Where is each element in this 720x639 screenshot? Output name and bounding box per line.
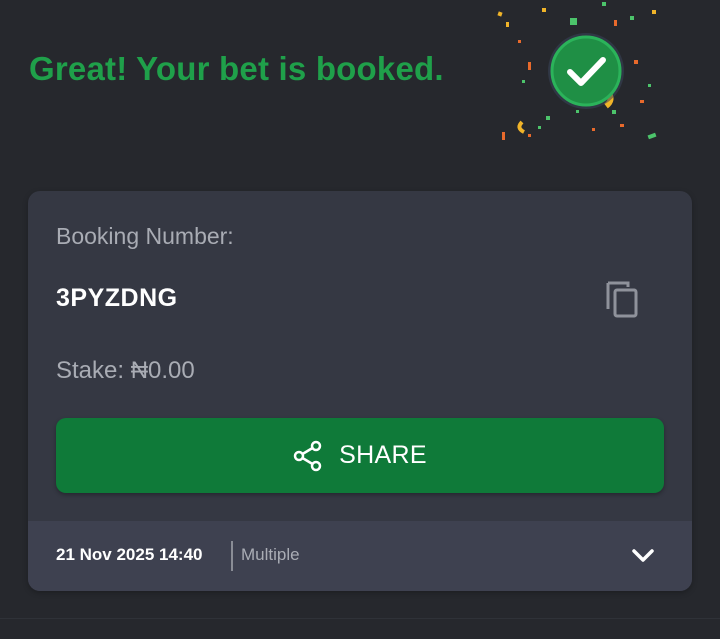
booking-number-label: Booking Number: bbox=[56, 223, 234, 249]
share-button-label: SHARE bbox=[339, 441, 427, 469]
success-headline: Great! Your bet is booked. bbox=[29, 50, 444, 87]
chevron-down-icon bbox=[632, 549, 654, 562]
bet-datetime: 21 Nov 2025 14:40 bbox=[56, 545, 203, 564]
bet-summary-footer[interactable]: 21 Nov 2025 14:40 Multiple bbox=[28, 521, 692, 591]
celebration-graphic bbox=[492, 0, 672, 150]
booking-card: Booking Number: 3PYZDNG Stake: ₦0.00 SHA… bbox=[28, 191, 692, 591]
confetti-decoration bbox=[497, 2, 657, 140]
expand-toggle[interactable] bbox=[628, 541, 658, 571]
stake-amount: Stake: ₦0.00 bbox=[56, 357, 195, 384]
share-button[interactable]: SHARE bbox=[56, 418, 664, 493]
bet-type: Multiple bbox=[241, 545, 300, 564]
copy-button[interactable] bbox=[600, 277, 644, 321]
share-icon bbox=[293, 440, 323, 472]
bottom-divider bbox=[0, 618, 720, 619]
booking-code[interactable]: 3PYZDNG bbox=[56, 284, 178, 313]
footer-divider bbox=[231, 541, 233, 571]
copy-icon bbox=[606, 281, 638, 318]
